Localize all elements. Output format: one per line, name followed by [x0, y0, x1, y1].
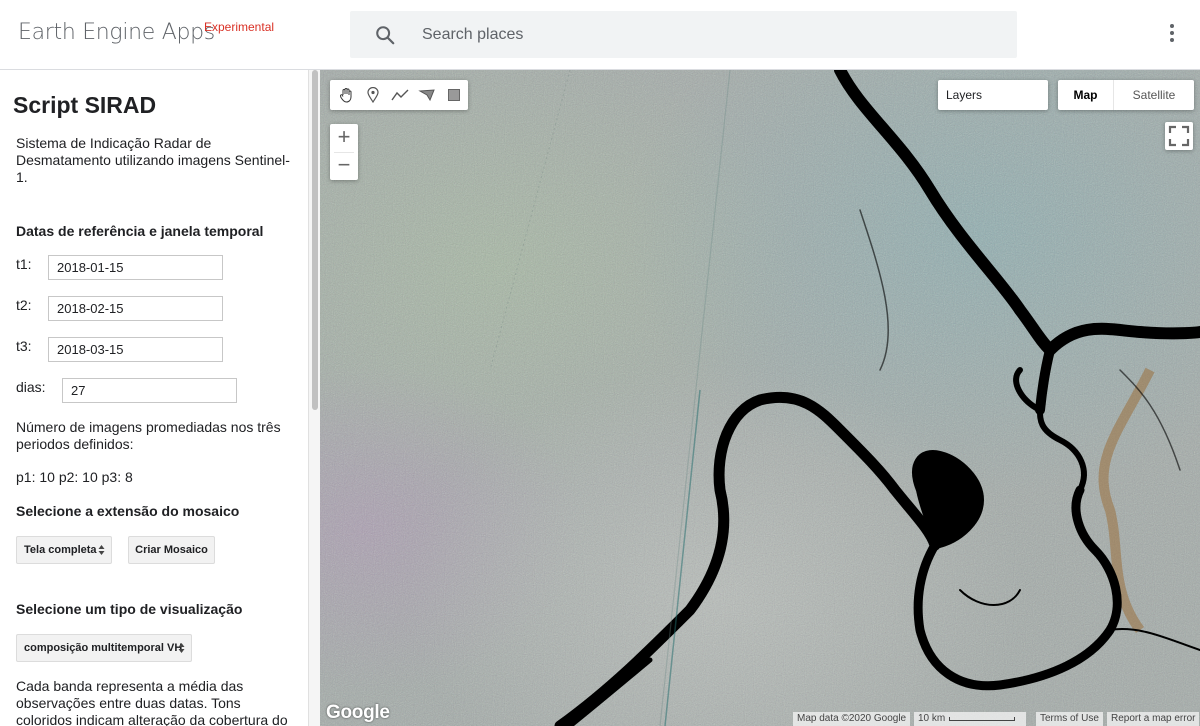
mosaic-extent-select[interactable]: Tela completa: [16, 536, 112, 564]
image-count-text: Número de imagens promediadas nos três p…: [16, 419, 281, 452]
more-vert-icon[interactable]: [1162, 24, 1182, 46]
terms-link[interactable]: Terms of Use: [1036, 712, 1103, 726]
image-count-values: p1: 10 p2: 10 p3: 8: [16, 469, 133, 485]
experimental-badge: Experimental: [204, 20, 275, 34]
fullscreen-button[interactable]: [1165, 122, 1193, 150]
side-panel: Script SIRAD Sistema de Indicação Radar …: [0, 70, 308, 726]
drawing-toolbar: [330, 80, 468, 110]
zoom-in-button[interactable]: +: [330, 124, 358, 152]
search-input[interactable]: [422, 11, 1002, 58]
t3-input[interactable]: [48, 337, 223, 362]
panel-title: Script SIRAD: [13, 92, 157, 118]
viz-type-select[interactable]: composição multitemporal VH: [16, 634, 192, 662]
t3-label: t3:: [16, 338, 32, 354]
select-arrows-icon: [178, 643, 185, 653]
panel-scrollbar-thumb[interactable]: [312, 70, 318, 410]
scale-bar[interactable]: 10 km: [914, 712, 1026, 726]
search-box[interactable]: [350, 11, 1017, 58]
panel-splitter[interactable]: [308, 70, 320, 726]
map-type-map-button[interactable]: Map: [1058, 80, 1114, 110]
viz-heading: Selecione um tipo de visualização: [16, 601, 243, 617]
dias-label: dias:: [16, 379, 46, 395]
map-type-satellite-button[interactable]: Satellite: [1114, 80, 1194, 110]
search-icon[interactable]: [374, 24, 396, 46]
select-arrows-icon: [98, 545, 105, 555]
scale-ruler: [949, 717, 1015, 721]
hand-icon[interactable]: [332, 82, 359, 108]
mosaic-heading: Selecione a extensão do mosaico: [16, 503, 240, 519]
viz-type-value: composição multitemporal VH: [24, 642, 183, 654]
map-type-control: Map Satellite: [1058, 80, 1194, 110]
t1-input[interactable]: [48, 255, 223, 280]
map-canvas[interactable]: + − Layers Map Satellite Google Map data…: [320, 70, 1200, 726]
dias-input[interactable]: [62, 378, 237, 403]
t2-input[interactable]: [48, 296, 223, 321]
scale-label: 10 km: [918, 713, 946, 724]
panel-description: Sistema de Indicação Radar de Desmatamen…: [16, 135, 290, 185]
t1-label: t1:: [16, 256, 32, 272]
dates-heading: Datas de referência e janela temporal: [16, 223, 264, 239]
app-header: Earth Engine Apps Experimental: [0, 0, 1200, 70]
marker-icon[interactable]: [359, 82, 386, 108]
create-mosaic-button[interactable]: Criar Mosaico: [128, 536, 215, 564]
layers-button[interactable]: Layers: [938, 80, 1048, 110]
map-data-attribution: Map data ©2020 Google: [793, 712, 911, 726]
t2-label: t2:: [16, 297, 32, 313]
zoom-out-button[interactable]: −: [330, 152, 358, 180]
viz-note: Cada banda representa a média das observ…: [16, 678, 288, 726]
report-map-error-link[interactable]: Report a map error: [1107, 712, 1200, 726]
rectangle-icon[interactable]: [441, 82, 468, 108]
fullscreen-icon: [1168, 125, 1190, 147]
google-logo: Google: [326, 702, 390, 723]
line-icon[interactable]: [386, 82, 413, 108]
radar-imagery: [320, 70, 1200, 726]
app-brand[interactable]: Earth Engine Apps: [18, 20, 215, 45]
mosaic-extent-value: Tela completa: [24, 544, 97, 556]
zoom-control: + −: [330, 124, 358, 180]
polygon-icon[interactable]: [414, 82, 441, 108]
